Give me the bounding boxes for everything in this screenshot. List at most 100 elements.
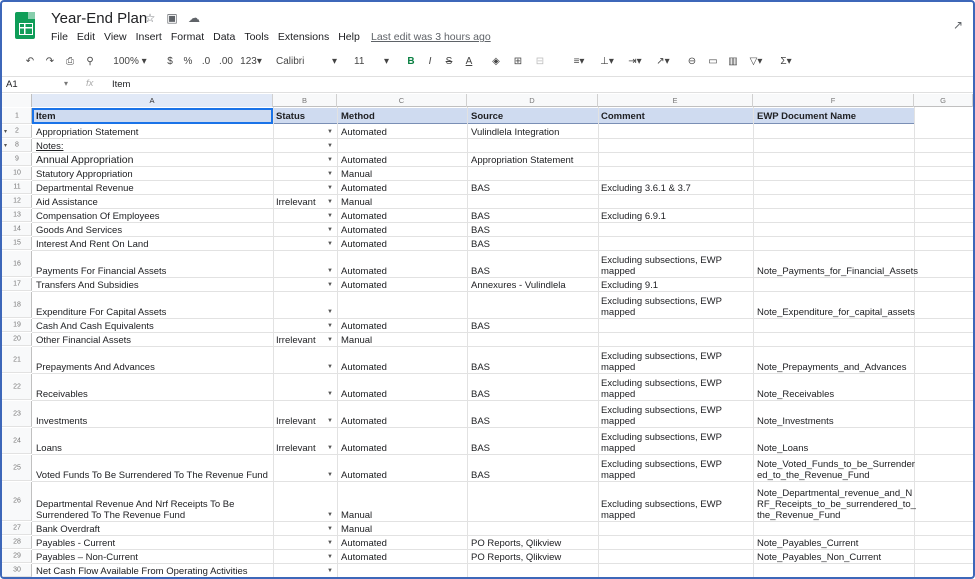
row-header-10[interactable]: 10 [2,167,32,180]
fill-color-icon[interactable]: ◈ [488,51,504,73]
currency-format-button[interactable]: $ [164,51,176,73]
cell-item[interactable]: Payables - Current [36,538,115,549]
cell-method[interactable]: Automated [341,416,387,427]
cell-item[interactable]: Compensation Of Employees [36,211,160,222]
formula-input[interactable]: Item [112,79,130,90]
status-dropdown-icon[interactable]: ▼ [327,171,333,177]
cell-comment[interactable]: Excluding subsections, EWP [601,255,722,266]
row-header-16[interactable]: 16 [2,251,32,277]
cell-item[interactable]: Loans [36,443,62,454]
selected-cell-a1[interactable] [32,108,273,124]
status-dropdown-icon[interactable]: ▼ [327,568,333,574]
cell-item[interactable]: Annual Appropriation [36,155,134,166]
status-dropdown-icon[interactable]: ▼ [327,540,333,546]
cell-ewp[interactable]: Note_Payables_Non_Current [757,552,881,563]
cell-method[interactable]: Automated [341,443,387,454]
cell-item[interactable]: Payments For Financial Assets [36,266,166,277]
sheets-logo-icon[interactable] [15,12,35,39]
cell-source[interactable]: BAS [471,443,490,454]
cell-comment[interactable]: Excluding subsections, EWP [601,499,722,510]
col-header-c[interactable]: C [337,94,467,107]
insert-comment-icon[interactable]: ▭ [705,51,721,73]
status-dropdown-icon[interactable]: ▼ [327,418,333,424]
header-ewp-document-name[interactable]: EWP Document Name [757,111,856,122]
cell-ewp[interactable]: Note_Investments [757,416,834,427]
font-size-select[interactable]: 11 ▾ [354,51,394,73]
borders-icon[interactable]: ⊞ [510,51,526,73]
menu-data[interactable]: Data [213,31,240,43]
col-header-b[interactable]: B [273,94,337,107]
cell-comment[interactable]: Excluding 6.9.1 [601,211,666,222]
cell-item[interactable]: Receivables [36,389,88,400]
text-rotation-icon[interactable]: ↗▾ [652,51,674,73]
print-icon[interactable]: ⎙ [62,51,78,73]
cell-comment-line2[interactable]: mapped [601,266,635,277]
spreadsheet-grid[interactable]: 1 Item Status Method Source Comment EWP … [2,94,973,577]
status-dropdown-icon[interactable]: ▼ [327,268,333,274]
status-dropdown-icon[interactable]: ▼ [327,143,333,149]
cell-method[interactable]: Automated [341,127,387,138]
row-header-26[interactable]: 26 [2,482,32,521]
status-dropdown-icon[interactable]: ▼ [327,364,333,370]
cell-item[interactable]: Prepayments And Advances [36,362,155,373]
font-family-select[interactable]: Calibri ▾ [276,51,340,73]
row-header-21[interactable]: 21 [2,347,32,373]
cell-ewp-line2[interactable]: RF_Receipts_to_be_surrendered_to_ [757,499,916,510]
cell-method[interactable]: Automated [341,470,387,481]
filter-icon[interactable]: ▽▾ [745,51,767,73]
name-box-dropdown-icon[interactable]: ▾ [64,79,68,88]
cell-comment[interactable]: Excluding subsections, EWP [601,459,722,470]
functions-icon[interactable]: Σ▾ [774,51,798,73]
cell-source[interactable]: PO Reports, Qlikview [471,538,561,549]
cell-item[interactable]: Voted Funds To Be Surrendered To The Rev… [36,470,268,481]
col-header-a[interactable]: A [32,94,273,107]
move-folder-icon[interactable]: ▣ [165,11,179,25]
row-group-toggle-icon[interactable]: ▾ [4,128,7,135]
cell-status[interactable]: Irrelevant [276,197,316,208]
status-dropdown-icon[interactable]: ▼ [327,157,333,163]
italic-button[interactable]: I [423,51,437,73]
cell-source[interactable]: BAS [471,321,490,332]
cell-comment-line2[interactable]: mapped [601,470,635,481]
menu-view[interactable]: View [104,31,132,43]
cell-ewp-line2[interactable]: ed_to_the_Revenue_Fund [757,470,870,481]
cell-item[interactable]: Aid Assistance [36,197,98,208]
row-header-20[interactable]: 20 [2,333,32,346]
row-group-toggle-icon[interactable]: ▾ [4,142,7,149]
cell-ewp[interactable]: Note_Payables_Current [757,538,858,549]
decrease-decimal-button[interactable]: .0 [198,51,214,73]
cell-item[interactable]: Other Financial Assets [36,335,131,346]
cell-item[interactable]: Goods And Services [36,225,122,236]
status-dropdown-icon[interactable]: ▼ [327,391,333,397]
cell-source[interactable]: BAS [471,211,490,222]
row-header-17[interactable]: 17 [2,278,32,291]
name-box[interactable]: A1 [6,79,66,90]
status-dropdown-icon[interactable]: ▼ [327,282,333,288]
text-wrap-icon[interactable]: ⇥▾ [624,51,646,73]
menu-file[interactable]: File [51,31,73,43]
strikethrough-button[interactable]: S [442,51,456,73]
status-dropdown-icon[interactable]: ▼ [327,445,333,451]
undo-icon[interactable]: ↶ [22,51,38,73]
cell-method[interactable]: Automated [341,266,387,277]
cell-source[interactable]: BAS [471,416,490,427]
row-header-15[interactable]: 15 [2,237,32,250]
cell-ewp[interactable]: Note_Prepayments_and_Advances [757,362,906,373]
row-header-9[interactable]: 9 [2,153,32,166]
activity-trend-icon[interactable]: ↗ [953,18,963,32]
cell-ewp[interactable]: Note_Receivables [757,389,834,400]
cell-ewp-line3[interactable]: the_Revenue_Fund [757,510,840,521]
cell-item[interactable]: Bank Overdraft [36,524,100,535]
cell-method[interactable]: Automated [341,552,387,563]
status-dropdown-icon[interactable]: ▼ [327,199,333,205]
cell-method[interactable]: Manual [341,197,372,208]
cell-source[interactable]: BAS [471,225,490,236]
cell-source[interactable]: Appropriation Statement [471,155,573,166]
increase-decimal-button[interactable]: .00 [216,51,236,73]
status-dropdown-icon[interactable]: ▼ [327,241,333,247]
row-header-24[interactable]: 24 [2,428,32,454]
cell-source[interactable]: BAS [471,183,490,194]
cell-source[interactable]: BAS [471,389,490,400]
cell-status[interactable]: Irrelevant [276,335,316,346]
cloud-status-icon[interactable]: ☁ [187,11,201,25]
